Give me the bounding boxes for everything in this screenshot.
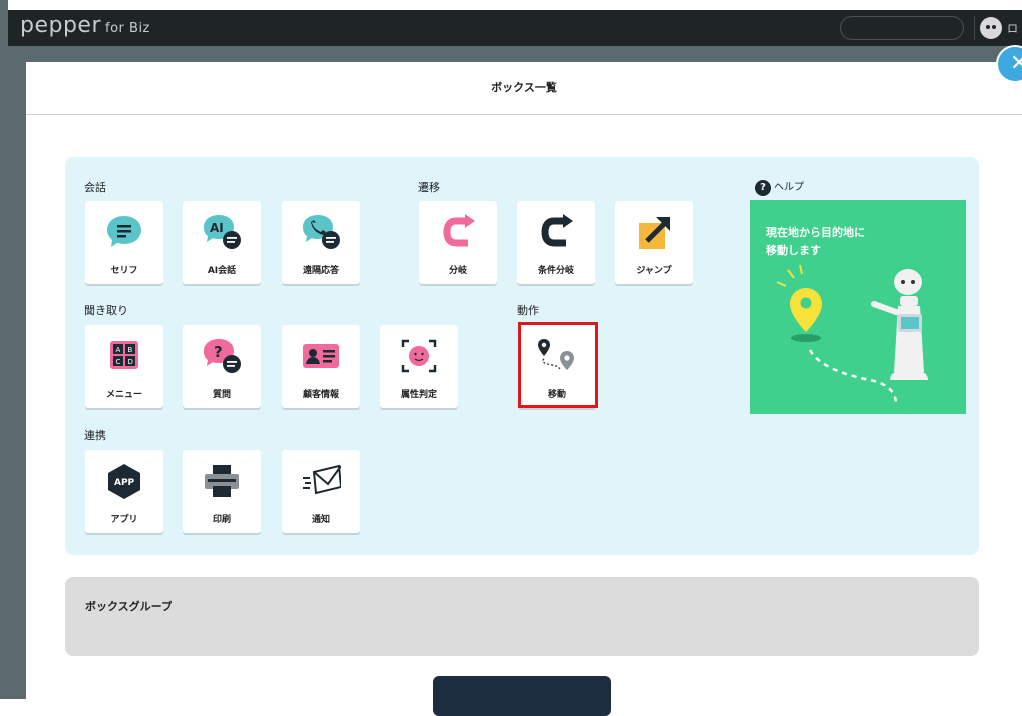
bottom-action-button[interactable] [433, 676, 611, 716]
printer-icon [205, 465, 239, 497]
box-print[interactable]: 印刷 [183, 450, 261, 533]
modal-title: ボックス一覧 [491, 81, 557, 94]
svg-text:APP: APP [114, 478, 135, 488]
top-search-field[interactable] [840, 16, 964, 40]
speech-bubble-icon [107, 216, 141, 247]
svg-text:B: B [128, 346, 133, 354]
box-menu[interactable]: ABCD メニュー [85, 325, 163, 408]
box-attribute-judgment[interactable]: 属性判定 [380, 325, 458, 408]
section-transition: 遷移 [418, 181, 440, 194]
box-notification[interactable]: 通知 [282, 450, 360, 533]
menu-grid-icon: A BC D [110, 341, 138, 369]
box-label: ジャンプ [636, 266, 672, 276]
box-label: アプリ [110, 515, 138, 525]
svg-text:?: ? [214, 343, 223, 361]
svg-text:A: A [116, 346, 121, 354]
box-label: セリフ [110, 266, 138, 276]
box-group-title: ボックスグループ [85, 600, 173, 613]
help-card: 現在地から目的地に 移動します [750, 200, 966, 414]
box-label: AI会話 [207, 266, 237, 276]
top-divider [974, 16, 975, 40]
box-label: 条件分岐 [537, 266, 574, 276]
section-action: 動作 [517, 304, 539, 317]
box-group-section: ボックスグループ [65, 577, 979, 656]
close-icon: ✕ [1010, 51, 1022, 76]
svg-text:AI: AI [210, 221, 224, 235]
envelope-icon [303, 464, 341, 495]
branch-arrow-icon [443, 214, 475, 247]
box-branch[interactable]: 分岐 [419, 201, 497, 284]
background-frame [0, 0, 8, 699]
help-label: ヘルプ [774, 182, 804, 193]
box-label: 通知 [311, 515, 330, 525]
svg-text:D: D [128, 358, 133, 366]
user-name[interactable]: ロ [1007, 20, 1018, 36]
box-jump[interactable]: ジャンプ [615, 201, 693, 284]
logo-text: pepper [20, 13, 102, 38]
user-avatar-icon[interactable] [980, 17, 1002, 39]
box-question[interactable]: ? 質問 [183, 325, 261, 408]
help-question-icon[interactable]: ? [755, 180, 771, 196]
svg-text:C: C [116, 358, 121, 366]
section-listening: 聞き取り [84, 304, 128, 317]
box-remote-response[interactable]: 遠隔応答 [282, 201, 360, 284]
top-bar: pepper for Biz ロ [8, 10, 1022, 46]
section-conversation: 会話 [84, 181, 106, 194]
box-label: 顧客情報 [302, 390, 339, 400]
box-label: 印刷 [212, 515, 231, 525]
box-serif[interactable]: セリフ [85, 201, 163, 284]
modal-divider [26, 114, 1022, 115]
box-ai-conversation[interactable]: AI AI会話 [183, 201, 261, 284]
app-logo[interactable]: pepper for Biz [20, 13, 150, 38]
box-label: 質問 [212, 390, 231, 400]
ai-chat-icon: AI [204, 215, 241, 249]
box-customer-info[interactable]: 顧客情報 [282, 325, 360, 408]
app-hexagon-icon: APP [108, 464, 140, 499]
jump-arrow-icon [639, 217, 670, 249]
box-label: 遠隔応答 [302, 266, 339, 276]
phone-chat-icon [303, 215, 340, 249]
conditional-branch-icon [541, 214, 573, 247]
selected-box-highlight [518, 322, 598, 408]
box-app[interactable]: APP アプリ [85, 450, 163, 533]
box-label: 分岐 [448, 266, 467, 276]
box-label: 属性判定 [400, 390, 437, 400]
question-chat-icon: ? [204, 339, 241, 373]
logo-sub-text: for Biz [105, 21, 150, 36]
face-scan-icon [401, 339, 437, 373]
box-conditional-branch[interactable]: 条件分岐 [517, 201, 595, 284]
robot-illustration [776, 264, 928, 405]
id-card-icon [303, 344, 339, 368]
section-integration: 連携 [84, 429, 106, 442]
box-label: メニュー [105, 390, 142, 400]
